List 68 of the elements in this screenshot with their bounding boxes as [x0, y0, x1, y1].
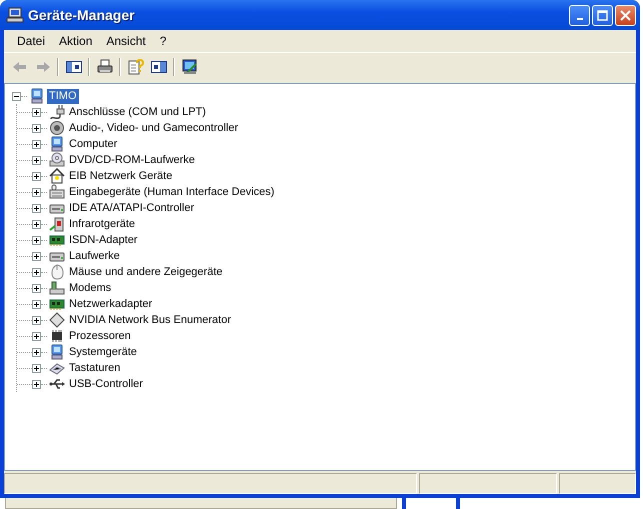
computer-icon: [6, 7, 24, 23]
device-icon: [49, 216, 65, 232]
close-icon: [620, 10, 631, 20]
chip-icon: [49, 328, 65, 344]
expand-button[interactable]: [32, 156, 41, 164]
expand-button[interactable]: [32, 268, 41, 276]
tree-item[interactable]: EIB Netzwerk Geräte: [67, 168, 174, 184]
tree-item[interactable]: Anschlüsse (COM und LPT): [67, 104, 208, 120]
computer-icon: [29, 88, 45, 104]
tree-item[interactable]: Tastaturen: [67, 360, 122, 376]
menu-item[interactable]: ?: [152, 34, 174, 48]
disc-icon: [49, 152, 65, 168]
tree-item[interactable]: TIMO: [47, 88, 78, 104]
tree-item[interactable]: IDE ATA/ATAPI-Controller: [67, 200, 196, 216]
tree-item[interactable]: Netzwerkadapter: [67, 296, 154, 312]
expand-button[interactable]: [32, 380, 41, 388]
expand-button[interactable]: [32, 108, 41, 116]
expand-button[interactable]: [32, 236, 41, 244]
tree-item[interactable]: USB-Controller: [67, 376, 145, 392]
expand-button[interactable]: [32, 284, 41, 292]
tree-item[interactable]: Prozessoren: [67, 328, 133, 344]
monitor-icon: [182, 58, 198, 74]
window-title: Geräte-Manager: [28, 7, 136, 23]
panel-icon: [150, 60, 166, 74]
tree-item[interactable]: ISDN-Adapter: [67, 232, 140, 248]
printer-icon: [96, 58, 112, 74]
tree-item[interactable]: Eingabegeräte (Human Interface Devices): [67, 184, 276, 200]
panel-icon: [66, 60, 82, 74]
minimize-button[interactable]: [569, 4, 590, 26]
tree-item[interactable]: Laufwerke: [67, 248, 122, 264]
close-button[interactable]: [615, 4, 636, 26]
tree-item[interactable]: Computer: [67, 136, 120, 152]
expand-button[interactable]: [32, 252, 41, 260]
tree-item[interactable]: DVD/CD-ROM-Laufwerke: [67, 152, 197, 168]
minimize-icon: [576, 18, 582, 20]
expand-button[interactable]: [32, 124, 41, 132]
maximize-button[interactable]: [592, 4, 613, 26]
tree-item[interactable]: Modems: [67, 280, 114, 296]
menu-item[interactable]: Aktion: [52, 34, 100, 48]
expand-button[interactable]: [32, 204, 41, 212]
tree-item[interactable]: Audio-, Video- und Gamecontroller: [67, 120, 240, 136]
expand-button[interactable]: [32, 140, 41, 148]
diamond-icon: [49, 312, 65, 328]
expand-button[interactable]: [32, 300, 41, 308]
expand-button[interactable]: [32, 316, 41, 324]
expand-button[interactable]: [32, 220, 41, 228]
maximize-icon: [597, 10, 608, 20]
tree-item[interactable]: Systemgeräte: [67, 344, 139, 360]
house-icon: [49, 168, 65, 184]
left-arrow-icon: [12, 60, 28, 74]
menu-item[interactable]: Datei: [10, 34, 52, 48]
expand-button[interactable]: [32, 348, 41, 356]
right-arrow-icon: [34, 60, 50, 74]
expand-button[interactable]: [32, 364, 41, 372]
speaker-icon: [49, 120, 65, 136]
menu-item[interactable]: Ansicht: [99, 34, 153, 48]
tree-item[interactable]: NVIDIA Network Bus Enumerator: [67, 312, 234, 328]
monitor-icon: [49, 344, 65, 360]
tree-item[interactable]: Infrarotgeräte: [67, 216, 138, 232]
collapse-button[interactable]: [12, 92, 21, 100]
expand-button[interactable]: [32, 332, 41, 340]
plug-icon: [49, 104, 65, 120]
expand-button[interactable]: [32, 188, 41, 196]
mouse-icon: [49, 264, 65, 280]
tree-item[interactable]: Mäuse und andere Zeigegeräte: [67, 264, 224, 280]
monitor-icon: [49, 136, 65, 152]
expand-button[interactable]: [32, 172, 41, 180]
help-icon: [128, 58, 144, 74]
